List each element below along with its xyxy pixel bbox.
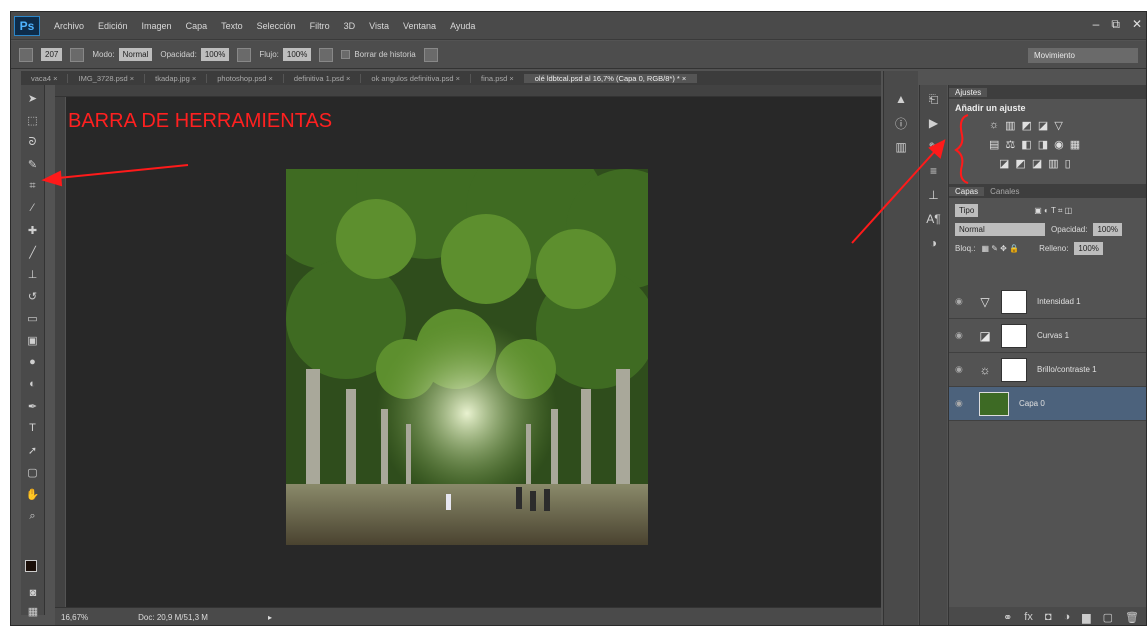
annotation-arrow-left xyxy=(57,164,189,179)
annotation-overlay xyxy=(41,114,969,244)
annotation-arrowhead-left xyxy=(41,170,63,187)
annotation-arrow-right xyxy=(851,149,937,244)
annotation-brace xyxy=(954,114,969,184)
